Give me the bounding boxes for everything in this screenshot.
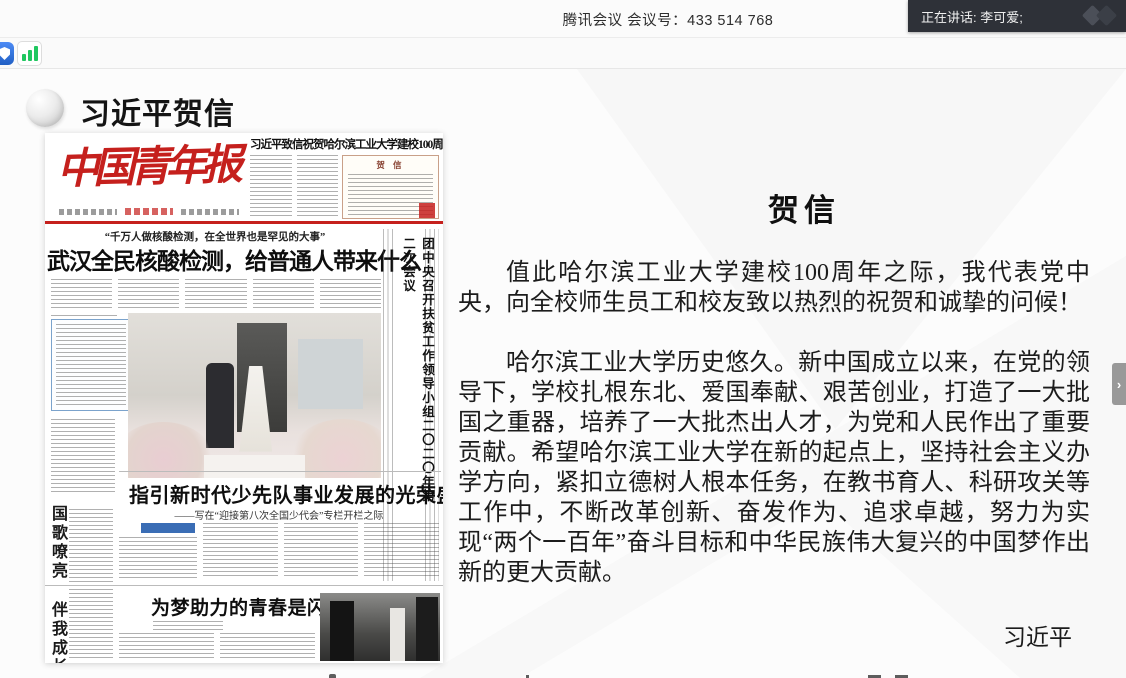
photo-flowers bbox=[128, 422, 214, 478]
blue-box-text bbox=[56, 324, 126, 406]
photo-figure bbox=[416, 597, 438, 661]
photo-table bbox=[204, 455, 305, 478]
newspaper-saluting-subhead: ——写在“迎接第八次全国少代会”专栏开栏之际 bbox=[149, 507, 409, 522]
photo-groom-figure bbox=[206, 363, 234, 449]
bullet-sphere-icon bbox=[26, 89, 64, 127]
newspaper-main-headline: 武汉全民核酸检测，给普通人带来什么 bbox=[47, 242, 385, 276]
next-panel-tab[interactable]: › bbox=[1112, 363, 1126, 405]
letter-title: 贺信 bbox=[518, 185, 1090, 230]
network-quality-button[interactable] bbox=[17, 41, 42, 66]
newspaper-column-tag bbox=[141, 523, 195, 533]
tool-strip bbox=[0, 38, 1126, 69]
newspaper-text-columns bbox=[250, 155, 338, 217]
shared-screen-stage: 习近平贺信 中国青年报 习近平致信祝贺哈尔滨工业大学建校100周年 贺 信 “千… bbox=[0, 69, 1126, 678]
speaking-indicator: 正在讲话: 李可爱; bbox=[908, 0, 1126, 32]
section-divider bbox=[119, 471, 441, 472]
newspaper-vertical-headline-left: 国歌嘹亮 伴我成长 bbox=[45, 505, 69, 663]
signal-bars-icon bbox=[22, 45, 38, 61]
newspaper-byline bbox=[153, 621, 223, 631]
newspaper-masthead: 中国青年报 bbox=[56, 133, 236, 203]
slide-title: 习近平贺信 bbox=[80, 89, 235, 133]
letter-paragraph-2: 哈尔滨工业大学历史悠久。新中国成立以来，在党的领导下，学校扎根东北、爱国奉献、艰… bbox=[458, 348, 1090, 588]
masthead-red-rule bbox=[45, 221, 443, 224]
chevron-right-icon: › bbox=[1117, 377, 1121, 392]
newspaper-text-columns bbox=[119, 633, 315, 661]
newspaper-saluting-headline: 指引新时代少先队事业发展的光荣盛会 bbox=[129, 479, 429, 508]
wedding-photo bbox=[128, 313, 381, 478]
letter-signature: 习近平 bbox=[458, 618, 1090, 652]
meeting-logo-icon bbox=[1096, 5, 1117, 26]
photo-figure bbox=[390, 608, 406, 661]
photo-backdrop-board bbox=[298, 339, 364, 408]
newspaper-red-seal bbox=[419, 203, 435, 218]
partial-toolbar-icon[interactable] bbox=[329, 674, 336, 678]
security-shield-icon[interactable] bbox=[0, 42, 14, 65]
shield-glyph-icon bbox=[0, 47, 10, 60]
newspaper-image: 中国青年报 习近平致信祝贺哈尔滨工业大学建校100周年 贺 信 “千万人做核酸检… bbox=[45, 133, 443, 663]
newspaper-top-headline: 习近平致信祝贺哈尔滨工业大学建校100周年 bbox=[250, 136, 442, 152]
newspaper-masthead-info bbox=[59, 205, 239, 217]
meeting-window: 腾讯会议 会议号：433 514 768 正在讲话: 李可爱; 习近平贺信 中国… bbox=[0, 0, 1126, 678]
newspaper-vertical-headline-right: 团中央召开扶贫工作领导小组二〇二〇年第二次会议 bbox=[399, 237, 437, 507]
boxed-letter-title: 贺 信 bbox=[348, 159, 433, 171]
newspaper-text-columns bbox=[203, 523, 439, 579]
speaking-label: 正在讲话: 李可爱; bbox=[921, 7, 1023, 26]
newspaper-text-columns bbox=[119, 537, 197, 581]
letter-body: 贺信 值此哈尔滨工业大学建校100周年之际，我代表党中央，向全校师生员工和校友致… bbox=[458, 185, 1090, 678]
street-photo bbox=[320, 593, 440, 661]
photo-figure bbox=[330, 601, 354, 661]
section-divider bbox=[45, 585, 443, 586]
newspaper-text-columns bbox=[51, 279, 381, 309]
letter-paragraph-1: 值此哈尔滨工业大学建校100周年之际，我代表党中央，向全校师生员工和校友致以热烈… bbox=[458, 258, 1090, 318]
newspaper-blue-box bbox=[51, 319, 131, 411]
newspaper-text-columns bbox=[69, 509, 113, 659]
newspaper-text-columns bbox=[51, 419, 115, 495]
